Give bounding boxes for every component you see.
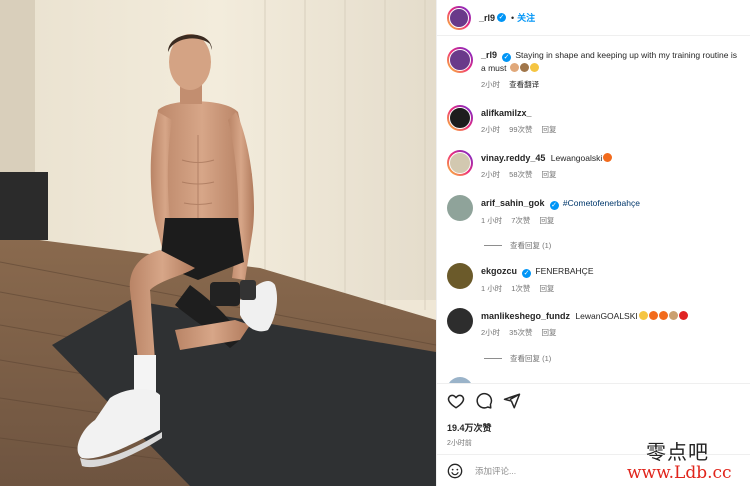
likes-count[interactable]: 19.4万次赞 — [447, 421, 740, 434]
dumbbell-emoji — [519, 63, 529, 72]
follow-button[interactable]: 关注 — [517, 11, 535, 24]
caption: _rl9 ✓ Staying in shape and keeping up wi… — [447, 47, 744, 91]
comment-username[interactable]: ekgozcu — [481, 266, 517, 276]
view-replies-button[interactable]: 查看回复 (1) — [484, 240, 551, 251]
watermark-text: 零点吧 — [646, 440, 709, 464]
comment-time: 2小时 — [481, 125, 501, 134]
view-replies-label: 查看回复 (1) — [510, 354, 552, 363]
comment-item: ekgozcu ✓ FENERBAHÇE 1 小时 1次赞 回复 — [447, 263, 744, 295]
reply-button[interactable]: 回复 — [542, 125, 557, 134]
pray-emoji — [668, 311, 678, 320]
watermark-url: www.Ldb.cc — [627, 463, 732, 483]
caption-text: Staying in shape and keeping up with my … — [481, 50, 737, 73]
post-sidebar: _rl9 ✓ • 关注 _rl9 ✓ Staying in shape and k… — [436, 0, 750, 486]
comment-item: alifkamilzx_ 2小时 99次赞 回复 — [447, 105, 744, 136]
smile-emoji — [529, 63, 539, 72]
comment-text: LewanGOALSKI — [575, 311, 638, 321]
post-header: _rl9 ✓ • 关注 — [437, 0, 750, 36]
comment-username[interactable]: arif_sahin_gok — [481, 198, 545, 208]
share-icon[interactable] — [503, 392, 521, 410]
comment-likes[interactable]: 35次赞 — [509, 328, 532, 337]
reply-button[interactable]: 回复 — [542, 170, 557, 179]
emoji-icon[interactable] — [447, 463, 463, 479]
translate-link[interactable]: 查看翻译 — [509, 80, 539, 89]
comment-likes[interactable]: 7次赞 — [511, 216, 530, 225]
author-avatar[interactable] — [447, 47, 473, 73]
comment-time: 2小时 — [481, 328, 501, 337]
view-replies-label: 查看回复 (1) — [510, 241, 552, 250]
post-image — [0, 0, 436, 486]
fire-emoji — [658, 311, 668, 320]
commenter-avatar[interactable] — [447, 308, 473, 334]
add-comment-input[interactable]: 添加评论... — [475, 465, 516, 477]
verified-badge-icon: ✓ — [549, 201, 559, 210]
comment-item: manlikeshego_fundz LewanGOALSKI 2小时 35次赞 回… — [447, 308, 744, 339]
comment-time: 1 小时 — [481, 284, 503, 293]
commenter-avatar[interactable] — [447, 105, 473, 131]
verified-badge-icon: ✓ — [522, 269, 532, 278]
fire-emoji — [648, 311, 658, 320]
comment-hashtag[interactable]: #Cometofenerbahçe — [563, 198, 640, 208]
comment-time: 1 小时 — [481, 216, 503, 225]
commenter-avatar[interactable] — [447, 195, 473, 221]
comment-likes[interactable]: 1次赞 — [511, 284, 530, 293]
comment-time: 2小时 — [481, 170, 501, 179]
comment-username[interactable]: vinay.reddy_45 — [481, 153, 545, 163]
reply-button[interactable]: 回复 — [539, 284, 554, 293]
commenter-avatar[interactable] — [447, 150, 473, 176]
separator-dot: • — [511, 12, 515, 23]
comment-item: arif_sahin_gok ✓ #Cometofenerbahçe 1 小时 7次… — [447, 195, 744, 227]
comment-text: FENERBAHÇE — [535, 266, 594, 276]
reply-button[interactable]: 回复 — [542, 328, 557, 337]
comment-item: vinay.reddy_45 Lewangoalski 2小时 58次赞 回复 — [447, 150, 744, 181]
comment-icon[interactable] — [475, 392, 493, 410]
comment-likes[interactable]: 99次赞 — [509, 125, 532, 134]
comment-username[interactable]: alifkamilzx_ — [481, 108, 532, 118]
fire-emoji — [603, 153, 613, 162]
flexed-biceps-emoji — [509, 63, 519, 72]
star-eyes-emoji — [638, 311, 648, 320]
author-avatar[interactable] — [447, 5, 471, 30]
comment-likes[interactable]: 58次赞 — [509, 170, 532, 179]
commenter-avatar[interactable] — [447, 263, 473, 289]
comments-list: _rl9 ✓ Staying in shape and keeping up wi… — [437, 37, 750, 383]
red-heart-emoji — [678, 311, 688, 320]
reply-button[interactable]: 回复 — [539, 216, 554, 225]
comment-username[interactable]: manlikeshego_fundz — [481, 311, 570, 321]
author-username[interactable]: _rl9 — [479, 13, 495, 23]
view-replies-button[interactable]: 查看回复 (1) — [484, 353, 551, 364]
heart-icon[interactable] — [447, 392, 465, 410]
verified-badge-icon: ✓ — [497, 13, 507, 22]
caption-time: 2小时 — [481, 80, 501, 89]
comment-text: Lewangoalski — [550, 153, 603, 163]
caption-username[interactable]: _rl9 — [481, 50, 497, 60]
verified-badge-icon: ✓ — [502, 53, 512, 62]
